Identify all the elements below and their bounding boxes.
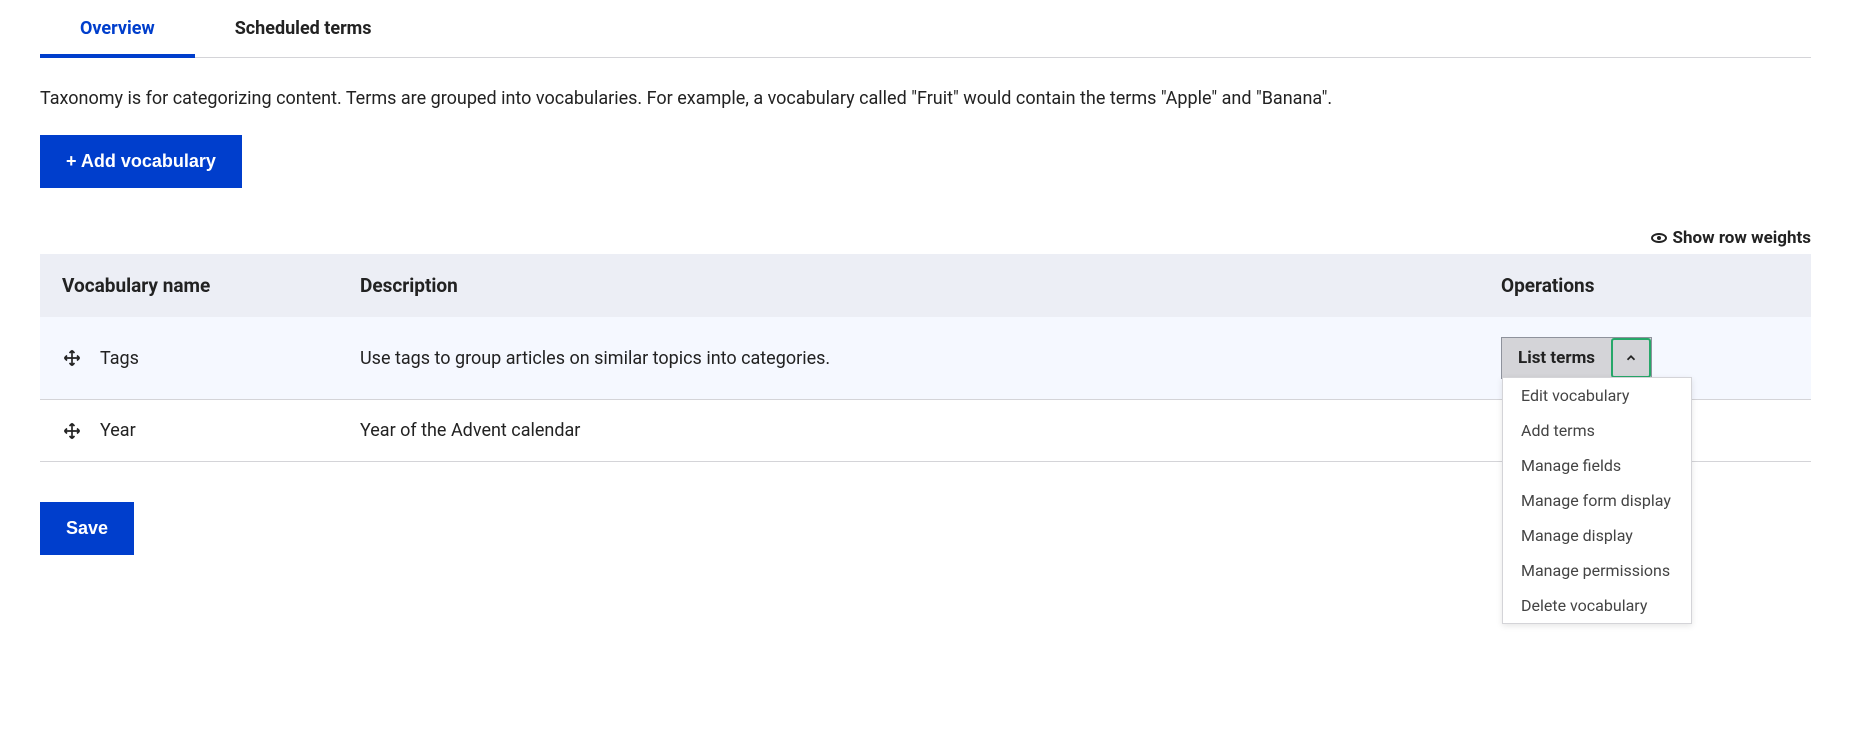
dropdown-item-manage-permissions[interactable]: Manage permissions [1503, 553, 1691, 588]
drag-handle-icon[interactable] [62, 348, 82, 368]
drag-handle-icon[interactable] [62, 421, 82, 441]
operations-label: List terms [1502, 338, 1611, 378]
show-row-weights-label: Show row weights [1673, 228, 1811, 248]
col-header-operations: Operations [1481, 254, 1811, 317]
show-row-weights-link[interactable]: Show row weights [1651, 228, 1811, 248]
add-vocabulary-button[interactable]: + Add vocabulary [40, 135, 242, 188]
col-header-description: Description [340, 254, 1481, 317]
tab-scheduled-terms[interactable]: Scheduled terms [195, 0, 412, 57]
vocabulary-table: Vocabulary name Description Operations T… [40, 254, 1811, 462]
col-header-name: Vocabulary name [40, 254, 340, 317]
dropdown-item-add-terms[interactable]: Add terms [1503, 413, 1691, 448]
tab-overview[interactable]: Overview [40, 0, 195, 57]
operations-dropdown-menu: Edit vocabulary Add terms Manage fields … [1502, 377, 1692, 624]
table-row: Tags Use tags to group articles on simil… [40, 317, 1811, 400]
dropdown-item-delete-vocabulary[interactable]: Delete vocabulary [1503, 588, 1691, 623]
vocab-name: Year [100, 420, 136, 441]
dropdown-item-manage-fields[interactable]: Manage fields [1503, 448, 1691, 483]
dropdown-item-manage-form-display[interactable]: Manage form display [1503, 483, 1691, 518]
chevron-up-icon[interactable] [1611, 338, 1651, 378]
vocab-description: Use tags to group articles on similar to… [340, 317, 1481, 400]
dropdown-item-manage-display[interactable]: Manage display [1503, 518, 1691, 553]
operations-dropdown-button[interactable]: List terms Edit vocabulary Add terms Man… [1501, 337, 1652, 379]
tabs: Overview Scheduled terms [40, 0, 1811, 58]
vocab-description: Year of the Advent calendar [340, 400, 1481, 462]
eye-icon [1651, 233, 1667, 243]
save-button[interactable]: Save [40, 502, 134, 555]
dropdown-item-edit-vocabulary[interactable]: Edit vocabulary [1503, 378, 1691, 413]
vocab-name: Tags [100, 348, 139, 369]
intro-text: Taxonomy is for categorizing content. Te… [40, 88, 1811, 109]
